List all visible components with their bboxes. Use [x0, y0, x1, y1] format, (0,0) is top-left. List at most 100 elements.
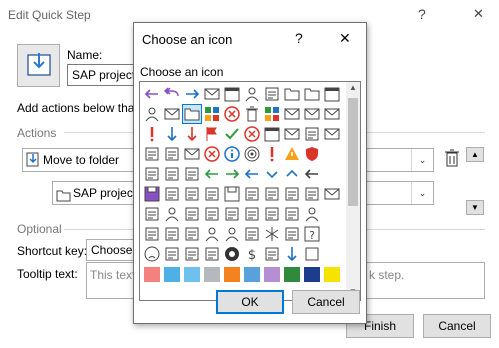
calendar-x-icon[interactable] — [263, 125, 281, 143]
category-grid-icon[interactable] — [203, 105, 221, 123]
cancel-button[interactable]: Cancel — [423, 314, 491, 338]
key-search-icon[interactable] — [183, 205, 201, 223]
move-down-button[interactable]: ▼ — [466, 200, 484, 215]
envelope-open-icon[interactable] — [203, 85, 221, 103]
icon-grid-scrollbar[interactable]: ▲ ▼ — [346, 82, 360, 300]
person-frame-icon[interactable] — [303, 205, 321, 223]
move-up-button[interactable]: ▲ — [466, 147, 484, 162]
dialog-help-button[interactable]: ? — [295, 30, 303, 46]
inbox-arrow-icon[interactable] — [303, 125, 321, 143]
eight-ball-icon[interactable] — [223, 245, 241, 263]
calendar-icon[interactable] — [223, 85, 241, 103]
quickstep-icon-button[interactable] — [17, 44, 60, 87]
window-close-button[interactable]: ✕ — [473, 6, 484, 22]
folder-outline-icon[interactable] — [303, 85, 321, 103]
envelope-x-icon[interactable] — [323, 125, 341, 143]
exclamation-red-icon[interactable] — [263, 145, 281, 163]
pin-icon[interactable] — [143, 205, 161, 223]
dollar-icon[interactable]: $ — [243, 245, 261, 263]
printer-multi-icon[interactable] — [283, 185, 301, 203]
question-box-icon[interactable]: ? — [303, 225, 321, 243]
color-swatch-8[interactable] — [284, 267, 300, 282]
chevron-down-blue-icon[interactable] — [263, 165, 281, 183]
action-dropdown[interactable]: Move to folder — [22, 148, 136, 172]
envelope-icon[interactable] — [303, 105, 321, 123]
folder-dropdown-right[interactable]: ⌄ — [366, 181, 434, 205]
flag-red-icon[interactable] — [203, 125, 221, 143]
home-icon[interactable] — [163, 165, 181, 183]
error-circle-icon[interactable] — [203, 145, 221, 163]
task-clipboard-icon[interactable] — [263, 85, 281, 103]
dialog-close-button[interactable]: ✕ — [339, 30, 351, 47]
balance-scale-icon[interactable] — [143, 225, 161, 243]
shortcut-dropdown[interactable]: Choose a — [86, 239, 136, 261]
blank-icon[interactable] — [323, 145, 341, 163]
delete-action-button[interactable] — [444, 148, 460, 168]
color-swatch-9[interactable] — [304, 267, 320, 282]
arrow-reply-all-purple[interactable] — [163, 85, 181, 103]
envelope-check-icon[interactable] — [283, 105, 301, 123]
monitor-blue-icon[interactable] — [303, 185, 321, 203]
piggy-bank-icon[interactable] — [203, 245, 221, 263]
move-folder-selected-icon[interactable] — [182, 104, 202, 124]
bubble-icon[interactable] — [163, 225, 181, 243]
arrow-left-green-icon[interactable] — [203, 165, 221, 183]
scroll-up-arrow[interactable]: ▲ — [349, 83, 357, 92]
document-page-icon[interactable] — [203, 185, 221, 203]
shield-red-icon[interactable] — [303, 145, 321, 163]
arrow-down-blue-icon[interactable] — [163, 125, 181, 143]
color-swatch-6[interactable] — [244, 267, 260, 282]
snowflake-icon[interactable] — [263, 225, 281, 243]
envelope-arrow-icon[interactable] — [323, 105, 341, 123]
colored-squares-icon[interactable] — [263, 105, 281, 123]
scroll-thumb[interactable] — [348, 98, 358, 206]
envelope-people-icon[interactable] — [183, 145, 201, 163]
no-mail-icon[interactable] — [283, 125, 301, 143]
contact-list-icon[interactable] — [243, 85, 261, 103]
delete-x-icon[interactable] — [223, 105, 241, 123]
person-circle-icon[interactable] — [203, 225, 221, 243]
phone-icon[interactable] — [183, 245, 201, 263]
person-icon[interactable] — [143, 105, 161, 123]
target-icon[interactable] — [243, 145, 261, 163]
color-swatch-2[interactable] — [164, 267, 180, 282]
exclamation-red-icon[interactable] — [143, 125, 161, 143]
folder-dropdown[interactable]: SAP project — [52, 181, 136, 205]
funnel-icon[interactable] — [283, 205, 301, 223]
arrow-left-circle-icon[interactable] — [303, 165, 321, 183]
document-icon[interactable] — [163, 185, 181, 203]
dialog-ok-button[interactable]: OK — [216, 290, 284, 314]
checkmark-green-icon[interactable] — [223, 125, 241, 143]
blank-icon[interactable] — [323, 225, 341, 243]
blank-icon[interactable] — [323, 205, 341, 223]
person-dark-icon[interactable] — [223, 225, 241, 243]
folder-icon[interactable] — [283, 85, 301, 103]
color-swatch-3[interactable] — [184, 267, 200, 282]
camera-icon[interactable] — [243, 185, 261, 203]
bookmark-outline-icon[interactable] — [223, 205, 241, 223]
cancel-circle-red-icon[interactable] — [243, 125, 261, 143]
calculator-icon[interactable] — [163, 245, 181, 263]
picture-icon[interactable] — [263, 185, 281, 203]
palette-icon[interactable] — [183, 165, 201, 183]
color-swatch-5[interactable] — [224, 267, 240, 282]
arrow-forward-blue[interactable] — [183, 85, 201, 103]
color-swatch-1[interactable] — [144, 267, 160, 282]
color-swatch-7[interactable] — [264, 267, 280, 282]
microphone-icon[interactable] — [183, 225, 201, 243]
filter-icon[interactable] — [263, 205, 281, 223]
arrow-back-purple[interactable] — [143, 85, 161, 103]
eye-icon[interactable] — [263, 245, 281, 263]
blank-icon[interactable] — [323, 245, 341, 263]
org-chart-icon[interactable] — [163, 145, 181, 163]
calendar-clock-icon[interactable] — [323, 85, 341, 103]
blank-icon[interactable] — [323, 165, 341, 183]
presentation-icon[interactable] — [243, 205, 261, 223]
info-circle-icon[interactable] — [223, 145, 241, 163]
save-disk-icon[interactable] — [223, 185, 241, 203]
warning-triangle-icon[interactable] — [283, 145, 301, 163]
window-help-button[interactable]: ? — [418, 6, 426, 22]
documents-icon[interactable] — [183, 185, 201, 203]
flash-page-icon[interactable] — [143, 165, 161, 183]
action-dropdown-right[interactable]: ⌄ — [366, 148, 434, 172]
